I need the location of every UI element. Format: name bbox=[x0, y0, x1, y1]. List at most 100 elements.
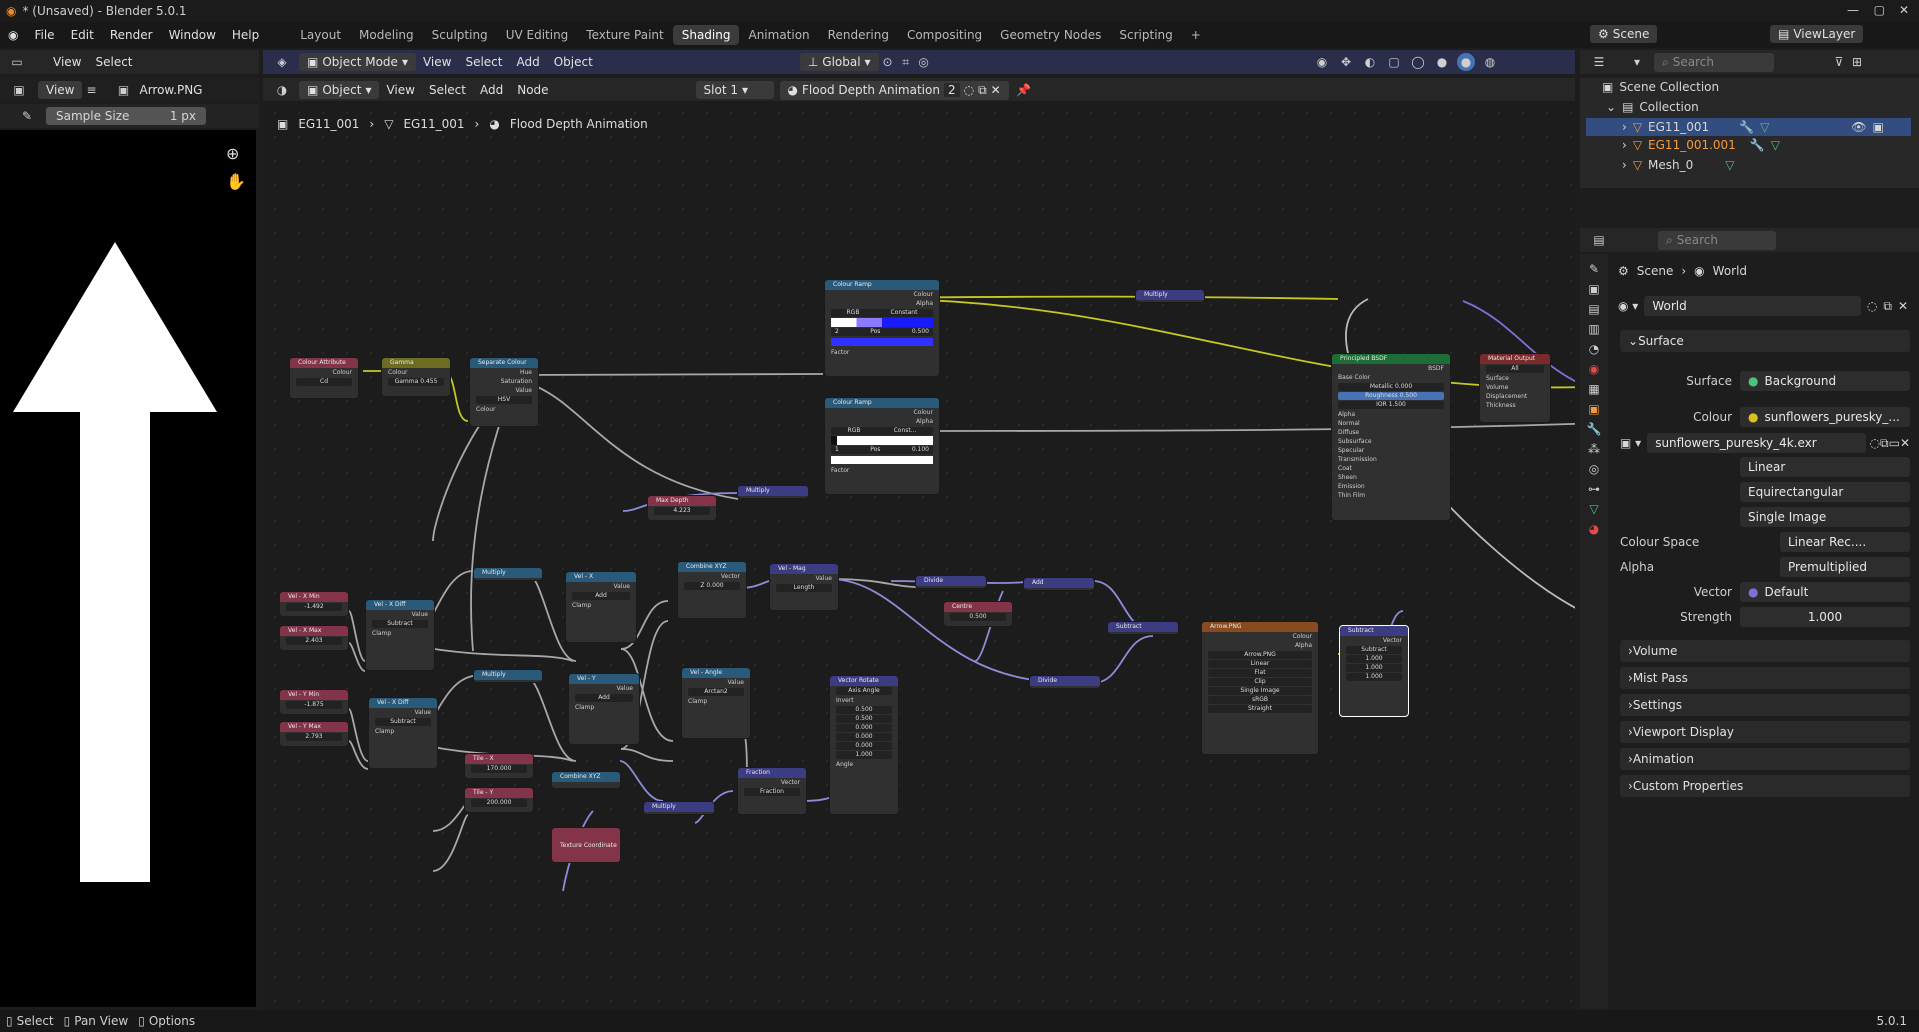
proportional-edit-icon[interactable]: ◎ bbox=[915, 53, 933, 71]
node-separate-colour[interactable]: Separate Colour Hue Saturation Value HSV… bbox=[469, 357, 539, 427]
image-name-field[interactable]: Arrow.PNG bbox=[132, 83, 209, 97]
outliner-search[interactable]: ⌕ Search bbox=[1654, 52, 1774, 72]
eyedropper-icon[interactable]: ✎ bbox=[18, 107, 36, 125]
node-vel-x[interactable]: Vel - X Value Add Clamp bbox=[565, 571, 637, 643]
image-canvas[interactable]: ⊕ ✋ bbox=[0, 130, 256, 1007]
node-principled-bsdf[interactable]: Principled BSDF BSDF Base Color Metallic… bbox=[1331, 353, 1451, 521]
visibility-icon[interactable]: ◉ bbox=[1313, 53, 1331, 71]
viewport-menu-select[interactable]: Select bbox=[458, 55, 509, 69]
node-menu-node[interactable]: Node bbox=[510, 83, 555, 97]
duplicate-icon[interactable]: ⧉ bbox=[978, 83, 987, 98]
sample-size-field[interactable]: Sample Size 1 px bbox=[46, 107, 206, 125]
tab-uv-editing[interactable]: UV Editing bbox=[497, 25, 578, 45]
ramp-gradient-1[interactable] bbox=[831, 318, 933, 327]
unlink-icon[interactable]: ✕ bbox=[1900, 436, 1910, 450]
outliner-editor-icon[interactable]: ☰ bbox=[1590, 53, 1608, 71]
menu-help[interactable]: Help bbox=[224, 28, 267, 42]
pin-icon[interactable]: 📌 bbox=[1015, 81, 1033, 99]
node-multiply-b[interactable]: Multiply bbox=[473, 669, 543, 683]
node-subtract-1[interactable]: Subtract bbox=[1107, 621, 1179, 635]
menu-lines-icon[interactable]: ≡ bbox=[82, 81, 100, 99]
surface-field[interactable]: ● Background bbox=[1740, 371, 1910, 391]
node-vel-mag[interactable]: Vel - Mag Value Length bbox=[769, 563, 839, 611]
close-icon[interactable]: ✕ bbox=[1899, 3, 1909, 17]
scene-selector[interactable]: ⚙ Scene bbox=[1590, 25, 1658, 43]
node-multiply-c[interactable]: Multiply bbox=[643, 801, 715, 815]
node-multiply-top[interactable]: Multiply bbox=[1135, 289, 1205, 303]
properties-search[interactable]: ⌕ Search bbox=[1658, 230, 1776, 250]
node-multiply-mid[interactable]: Multiply bbox=[737, 485, 809, 499]
blender-menu-icon[interactable]: ◉ bbox=[0, 28, 26, 42]
material-shading-icon[interactable]: ● bbox=[1457, 53, 1475, 71]
hand-pan-icon[interactable]: ✋ bbox=[226, 172, 246, 191]
modifier-tab-icon[interactable]: 🔧 bbox=[1587, 422, 1602, 436]
expand-arrow-icon[interactable]: › bbox=[1622, 120, 1627, 134]
fake-user-icon[interactable]: ◌ bbox=[1867, 299, 1877, 313]
open-folder-icon[interactable]: ▭ bbox=[1889, 436, 1900, 450]
add-workspace-button[interactable]: + bbox=[1182, 25, 1210, 45]
node-fraction[interactable]: Fraction Vector Fraction bbox=[737, 767, 807, 815]
particles-tab-icon[interactable]: ⁂ bbox=[1588, 442, 1600, 456]
node-menu-add[interactable]: Add bbox=[473, 83, 510, 97]
surface-section[interactable]: ⌄ Surface bbox=[1620, 330, 1910, 352]
node-vel-x-min[interactable]: Vel - X Min -1.492 bbox=[279, 591, 349, 617]
node-vel-y-min[interactable]: Vel - Y Min -1.875 bbox=[279, 689, 349, 715]
world-browse-icon[interactable]: ◉ ▾ bbox=[1618, 299, 1638, 313]
output-tab-icon[interactable]: ▤ bbox=[1588, 302, 1599, 316]
viewport-menu-view[interactable]: View bbox=[416, 55, 458, 69]
world-tab-icon[interactable]: ◉ bbox=[1589, 362, 1599, 376]
outliner-item-eg11-001[interactable]: › ▽ EG11_001 🔧 ▽ 👁 ▣ bbox=[1586, 118, 1911, 136]
outliner-item-mesh-0[interactable]: › ▽ Mesh_0 ▽ bbox=[1622, 158, 1735, 172]
editor-type-icon[interactable]: ▭ bbox=[8, 53, 26, 71]
scene-tab-icon[interactable]: ◔ bbox=[1589, 342, 1599, 356]
mist-pass-section[interactable]: › Mist Pass bbox=[1620, 667, 1910, 689]
shader-editor-icon[interactable]: ◑ bbox=[273, 81, 291, 99]
tab-scripting[interactable]: Scripting bbox=[1110, 25, 1181, 45]
collection-row[interactable]: ⌄ ▤ Collection bbox=[1606, 100, 1699, 114]
unlink-icon[interactable]: ✕ bbox=[1898, 299, 1908, 313]
node-combine-xyz-1[interactable]: Combine XYZ Vector Z 0.000 bbox=[677, 561, 747, 619]
menu-window[interactable]: Window bbox=[161, 28, 224, 42]
node-vel-x-diff[interactable]: Vel - X Diff Value Subtract Clamp bbox=[365, 599, 435, 671]
viewport-editor-icon[interactable]: ◈ bbox=[273, 53, 291, 71]
tab-layout[interactable]: Layout bbox=[291, 25, 350, 45]
node-editor-canvas[interactable]: ▣ EG11_001 › ▽ EG11_001 › ◕ Flood Depth An… bbox=[263, 101, 1575, 1009]
colour-field[interactable]: ● sunflowers_puresky_... bbox=[1740, 407, 1910, 427]
viewport-menu-object[interactable]: Object bbox=[547, 55, 600, 69]
node-colour-ramp-1[interactable]: Colour Ramp Colour Alpha RGB Constant 2 Po… bbox=[824, 279, 940, 377]
duplicate-icon[interactable]: ⧉ bbox=[1883, 299, 1892, 314]
node-combine-xyz-2[interactable]: Combine XYZ bbox=[551, 771, 621, 789]
new-collection-icon[interactable]: ⊞ bbox=[1848, 53, 1866, 71]
node-gamma[interactable]: Gamma Colour Gamma 0.455 bbox=[381, 357, 451, 397]
overlay-icon[interactable]: ◐ bbox=[1361, 53, 1379, 71]
node-menu-view[interactable]: View bbox=[379, 83, 421, 97]
tab-shading[interactable]: Shading bbox=[672, 25, 740, 45]
tab-sculpting[interactable]: Sculpting bbox=[423, 25, 497, 45]
maximize-icon[interactable]: ▢ bbox=[1874, 3, 1885, 17]
material-selector[interactable]: ◕ Flood Depth Animation 2 ◌ ⧉ ✕ bbox=[779, 80, 1009, 100]
node-divide-2[interactable]: Divide bbox=[1029, 675, 1101, 689]
tab-modeling[interactable]: Modeling bbox=[350, 25, 423, 45]
tab-texture-paint[interactable]: Texture Paint bbox=[577, 25, 672, 45]
render-tab-icon[interactable]: ▣ bbox=[1588, 282, 1599, 296]
node-menu-select[interactable]: Select bbox=[422, 83, 473, 97]
node-subtract-2[interactable]: Subtract Vector Subtract 1.000 1.000 1.0… bbox=[1339, 625, 1409, 717]
node-colour-ramp-2[interactable]: Colour Ramp Colour Alpha RGB Const... 1 Po… bbox=[824, 397, 940, 495]
tab-animation[interactable]: Animation bbox=[739, 25, 818, 45]
image-mode-icon[interactable]: ▣ bbox=[10, 81, 28, 99]
menu-edit[interactable]: Edit bbox=[63, 28, 102, 42]
ramp-gradient-2[interactable] bbox=[831, 436, 933, 445]
xray-icon[interactable]: ▢ bbox=[1385, 53, 1403, 71]
orientation-dropdown[interactable]: ⊥ Global ▾ bbox=[799, 53, 879, 71]
solid-shading-icon[interactable]: ● bbox=[1433, 53, 1451, 71]
tool-tab-icon[interactable]: ✎ bbox=[1589, 262, 1599, 276]
zoom-icon[interactable]: ⊕ bbox=[226, 144, 239, 163]
object-tab-icon[interactable]: ▣ bbox=[1588, 402, 1599, 416]
view-layer-selector[interactable]: ▤ ViewLayer bbox=[1770, 25, 1864, 43]
volume-section[interactable]: › Volume bbox=[1620, 640, 1910, 662]
minimize-icon[interactable]: — bbox=[1847, 3, 1859, 17]
image-browse-icon[interactable]: ▣ bbox=[114, 81, 132, 99]
shader-type-dropdown[interactable]: ▣ Object ▾ bbox=[299, 81, 380, 99]
fake-user-icon[interactable]: ◌ bbox=[964, 83, 974, 97]
node-vel-y-diff[interactable]: Vel - X Diff Value Subtract Clamp bbox=[368, 697, 438, 769]
